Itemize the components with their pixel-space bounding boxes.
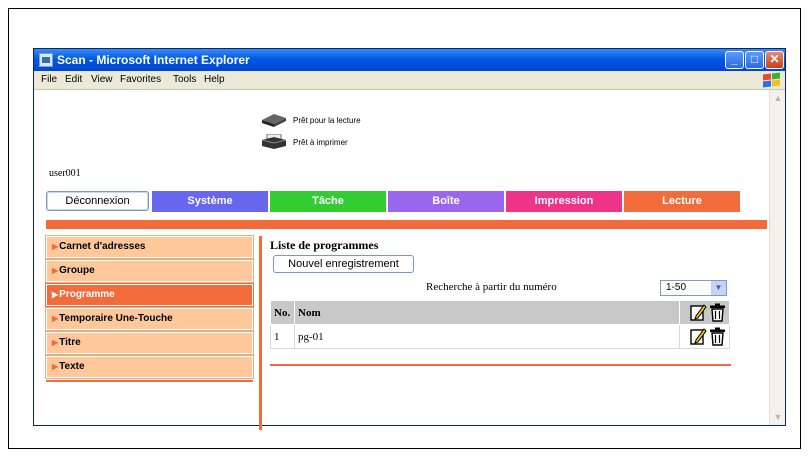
- sidebar-item-groupe[interactable]: ▶Groupe: [45, 259, 254, 283]
- maximize-button[interactable]: □: [745, 51, 764, 69]
- sidebar-item-texte[interactable]: ▶Texte: [45, 355, 254, 379]
- new-record-button[interactable]: Nouvel enregistrement: [273, 255, 414, 273]
- menu-favorites[interactable]: Favorites: [120, 74, 161, 85]
- arrow-right-icon: ▶: [52, 338, 59, 347]
- page-viewport: Prêt pour la lecture Prêt à imprimer use…: [34, 90, 769, 430]
- cell-name: pg-01: [294, 324, 680, 349]
- tab-systeme[interactable]: Système: [152, 191, 268, 212]
- trash-icon[interactable]: [709, 327, 726, 346]
- menu-help[interactable]: Help: [204, 74, 225, 85]
- sidebar-item-temporaire[interactable]: ▶Temporaire Une-Touche: [45, 307, 254, 331]
- cell-no: 1: [270, 324, 295, 349]
- edit-all-icon[interactable]: [690, 303, 707, 322]
- search-label: Recherche à partir du numéro: [426, 281, 557, 293]
- tab-impression[interactable]: Impression: [506, 191, 622, 212]
- program-table: No. Nom 1 pg-01: [270, 300, 730, 349]
- logout-button[interactable]: Déconnexion: [46, 191, 149, 211]
- menu-file[interactable]: File: [41, 74, 57, 85]
- range-select-value: 1-50: [666, 282, 687, 293]
- minimize-button[interactable]: _: [725, 51, 744, 69]
- col-header-no: No.: [270, 300, 295, 325]
- header-actions: [679, 300, 730, 325]
- page-title: Liste de programmes: [270, 238, 379, 252]
- sidebar-item-carnet[interactable]: ▶Carnet d'adresses: [45, 235, 254, 259]
- vertical-scrollbar[interactable]: ▲ ▼: [769, 90, 785, 425]
- menu-tools[interactable]: Tools: [173, 74, 196, 85]
- close-button[interactable]: ✕: [765, 51, 784, 69]
- section-divider: [46, 220, 767, 229]
- windows-logo-icon: [761, 72, 781, 88]
- tab-tache[interactable]: Tâche: [270, 191, 386, 212]
- menu-bar: File Edit View Favorites Tools Help: [34, 71, 785, 90]
- chevron-down-icon[interactable]: ▼: [711, 281, 726, 295]
- content-divider: [270, 364, 731, 366]
- arrow-right-icon: ▶: [52, 290, 59, 299]
- sidebar: ▶Carnet d'adresses ▶Groupe ▶Programme ▶T…: [45, 235, 254, 380]
- title-bar[interactable]: Scan - Microsoft Internet Explorer _ □ ✕: [34, 49, 785, 71]
- tab-boite[interactable]: Boîte: [388, 191, 504, 212]
- sidebar-divider: [46, 380, 253, 382]
- arrow-right-icon: ▶: [52, 266, 59, 275]
- tab-lecture[interactable]: Lecture: [624, 191, 740, 212]
- table-header: No. Nom: [270, 300, 730, 325]
- menu-view[interactable]: View: [91, 74, 113, 85]
- delete-all-icon[interactable]: [709, 303, 726, 322]
- sidebar-item-programme[interactable]: ▶Programme: [45, 283, 254, 307]
- range-select[interactable]: 1-50 ▼: [660, 280, 727, 296]
- ie-window-icon: [39, 53, 53, 67]
- col-header-name: Nom: [294, 300, 680, 325]
- vertical-divider: [259, 236, 262, 430]
- table-row: 1 pg-01: [270, 324, 730, 349]
- arrow-right-icon: ▶: [52, 314, 59, 323]
- arrow-right-icon: ▶: [52, 362, 59, 371]
- scanner-icon: [262, 114, 286, 127]
- sidebar-item-titre[interactable]: ▶Titre: [45, 331, 254, 355]
- scroll-up-icon[interactable]: ▲: [771, 91, 785, 105]
- scroll-down-icon[interactable]: ▼: [771, 410, 785, 424]
- menu-edit[interactable]: Edit: [65, 74, 82, 85]
- printer-icon: [261, 134, 287, 149]
- browser-window: Scan - Microsoft Internet Explorer _ □ ✕…: [33, 48, 786, 430]
- edit-icon[interactable]: [690, 327, 707, 346]
- row-actions: [679, 324, 730, 349]
- window-title: Scan - Microsoft Internet Explorer: [57, 53, 250, 67]
- arrow-right-icon: ▶: [52, 242, 59, 251]
- user-name: user001: [49, 168, 81, 179]
